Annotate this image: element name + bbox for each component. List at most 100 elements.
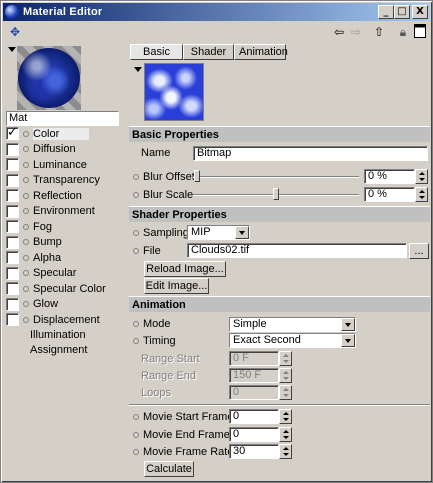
channel-checkbox[interactable]	[6, 125, 19, 141]
channel-checkbox[interactable]	[6, 142, 19, 156]
channel-checkbox[interactable]	[6, 173, 19, 187]
arrow-left-icon[interactable]: ⇦	[331, 24, 347, 40]
texture-preview[interactable]	[144, 63, 204, 121]
minimize-button[interactable]: _	[378, 5, 394, 19]
material-icon	[5, 5, 19, 19]
title-bar[interactable]: Material Editor _ □ X	[3, 3, 430, 21]
tab-animation[interactable]: Animation	[234, 44, 288, 60]
blur-scale-spinner[interactable]	[415, 187, 428, 202]
channel-label: Specular Color	[33, 282, 106, 295]
pin-icon[interactable]: ✥	[7, 24, 23, 40]
reload-image-button[interactable]: Reload Image...	[144, 261, 226, 277]
frame-rate-input[interactable]: 30	[229, 444, 279, 459]
channel-checkbox[interactable]	[6, 313, 19, 327]
sampling-dropdown[interactable]: MIP	[187, 225, 250, 240]
tab-bar: Basic Shader Animation	[130, 44, 288, 60]
channel-bullet-icon	[23, 208, 29, 215]
movie-start-spinner[interactable]	[279, 409, 292, 424]
file-label-row: File	[133, 245, 161, 257]
channel-diffusion[interactable]: Diffusion	[6, 142, 126, 158]
sampling-label: Sampling	[143, 227, 189, 239]
channel-reflection[interactable]: Reflection	[6, 188, 126, 204]
material-name-field[interactable]: Mat	[6, 111, 119, 126]
edit-image-button[interactable]: Edit Image...	[144, 278, 209, 294]
channel-specular[interactable]: Specular	[6, 266, 126, 282]
sampling-value: MIP	[191, 226, 211, 238]
channel-transparency[interactable]: Transparency	[6, 173, 126, 189]
close-button[interactable]: X	[412, 5, 428, 19]
channel-specular-color[interactable]: Specular Color	[6, 281, 126, 297]
file-path-input[interactable]: Clouds02.tif	[187, 243, 407, 258]
texture-menu-arrow-icon[interactable]	[134, 67, 142, 72]
timing-dropdown[interactable]: Exact Second	[229, 333, 356, 348]
movie-start-label-row: Movie Start Frame	[133, 411, 233, 423]
window-title: Material Editor	[23, 6, 103, 18]
param-bullet-icon	[133, 321, 139, 327]
param-bullet-icon	[133, 338, 139, 344]
calculate-button[interactable]: Calculate	[144, 461, 194, 477]
preview-menu-arrow-icon[interactable]	[8, 47, 16, 52]
movie-end-spinner[interactable]	[279, 427, 292, 442]
channel-luminance[interactable]: Luminance	[6, 157, 126, 173]
movie-start-input[interactable]: 0	[229, 409, 279, 424]
channel-checkbox[interactable]	[6, 282, 19, 296]
mode-label: Mode	[143, 318, 171, 330]
assignment-item[interactable]: Assignment	[6, 343, 126, 359]
channel-label: Alpha	[33, 251, 62, 264]
channel-displacement[interactable]: Displacement	[6, 312, 126, 328]
chevron-down-icon[interactable]	[235, 226, 249, 239]
chevron-down-icon[interactable]	[341, 318, 355, 331]
browse-button[interactable]: ...	[409, 243, 429, 259]
channel-bullet-icon	[23, 285, 29, 292]
channel-checkbox[interactable]	[6, 158, 19, 172]
blur-scale-label-row: Blur Scale	[133, 189, 193, 201]
channel-checkbox[interactable]	[6, 204, 19, 218]
toolbar: ✥ ⇦ ⇨ ⇧ 🔒︎	[3, 22, 430, 42]
arrow-right-icon[interactable]: ⇨	[348, 24, 364, 40]
mode-dropdown[interactable]: Simple	[229, 317, 356, 332]
movie-end-input[interactable]: 0	[229, 427, 279, 442]
range-start-spinner	[279, 351, 292, 366]
maximize-button[interactable]: □	[394, 5, 410, 19]
material-preview[interactable]	[17, 46, 81, 110]
range-end-label: Range End	[141, 370, 197, 382]
channel-checkbox[interactable]	[6, 251, 19, 265]
blur-scale-slider-thumb[interactable]	[273, 188, 279, 200]
channel-environment[interactable]: Environment	[6, 204, 126, 220]
chevron-down-icon[interactable]	[341, 334, 355, 347]
channel-bullet-icon	[23, 270, 29, 277]
channel-checkbox[interactable]	[6, 297, 19, 311]
illumination-item[interactable]: Illumination	[6, 328, 126, 344]
frame-rate-spinner[interactable]	[279, 444, 292, 459]
range-start-input: 0 F	[229, 351, 279, 366]
timing-value: Exact Second	[233, 334, 301, 346]
blur-offset-slider[interactable]	[193, 176, 359, 178]
channel-label: Color	[33, 127, 90, 140]
arrow-up-icon[interactable]: ⇧	[371, 24, 387, 40]
channel-bump[interactable]: Bump	[6, 235, 126, 251]
tab-basic[interactable]: Basic	[130, 44, 183, 60]
blur-offset-slider-thumb[interactable]	[194, 170, 200, 182]
channel-checkbox[interactable]	[6, 266, 19, 280]
channel-checkbox[interactable]	[6, 220, 19, 234]
channel-checkbox[interactable]	[6, 189, 19, 203]
blur-scale-input[interactable]: 0 %	[364, 187, 415, 202]
loops-label: Loops	[141, 387, 171, 399]
channel-color[interactable]: Color	[6, 125, 126, 142]
channel-bullet-icon	[23, 301, 29, 308]
channel-alpha[interactable]: Alpha	[6, 250, 126, 266]
blur-offset-spinner[interactable]	[415, 169, 428, 184]
blur-offset-input[interactable]: 0 %	[364, 169, 415, 184]
name-input[interactable]: Bitmap	[193, 146, 428, 161]
tab-shader[interactable]: Shader	[183, 44, 234, 60]
channel-checkbox[interactable]	[6, 235, 19, 249]
channel-fog[interactable]: Fog	[6, 219, 126, 235]
timing-label: Timing	[143, 335, 176, 347]
lock-icon[interactable]: 🔒︎	[395, 24, 411, 40]
window-icon[interactable]	[412, 24, 428, 40]
channel-glow[interactable]: Glow	[6, 297, 126, 313]
channel-bullet-icon	[23, 316, 29, 323]
section-divider	[129, 404, 430, 406]
param-bullet-icon	[133, 432, 139, 438]
range-start-label: Range Start	[141, 353, 200, 365]
